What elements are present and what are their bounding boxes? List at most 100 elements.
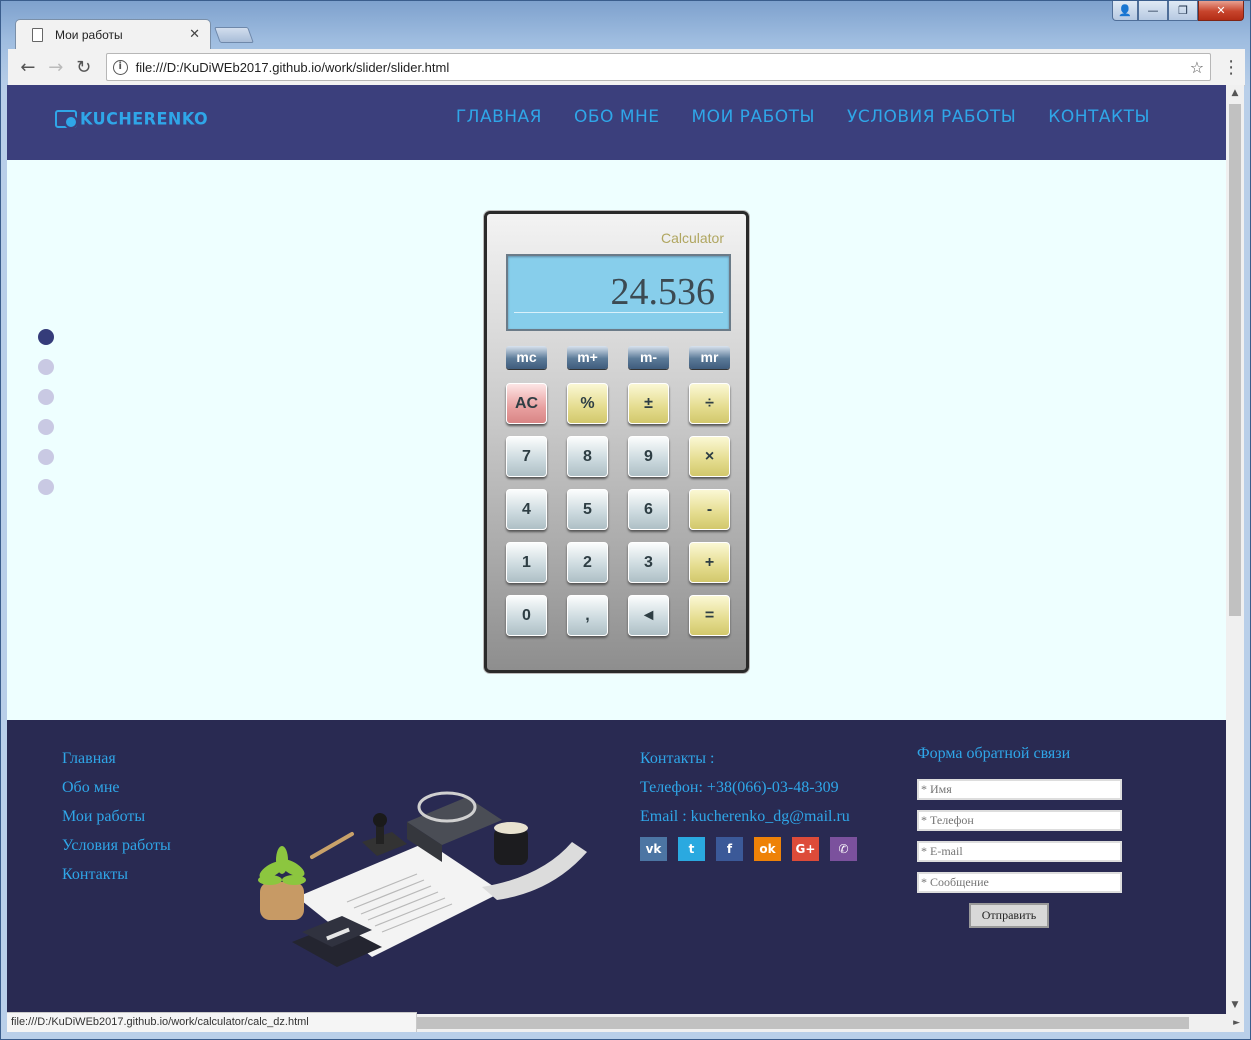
social-links: vk t f ok G+ ✆ <box>640 837 857 861</box>
memory-key[interactable]: m- <box>628 346 669 369</box>
operator-key[interactable]: - <box>689 489 730 530</box>
slider-dot[interactable] <box>38 329 54 345</box>
calculator-keypad: mc m+ m-mr AC% ± ÷ 7 8 9 × 4 5 6- 1 2 3 +0, ◄ = <box>506 346 730 648</box>
footer-link-works[interactable]: Мои работы <box>62 808 171 826</box>
slider-dot[interactable] <box>38 449 54 465</box>
calculator-brand: Calculator <box>660 230 724 246</box>
operator-key[interactable]: × <box>689 436 730 477</box>
reload-icon[interactable]: ↻ <box>70 53 98 81</box>
scroll-up-icon[interactable]: ▲ <box>1226 85 1244 102</box>
vk-icon[interactable]: vk <box>640 837 667 861</box>
slider-dot[interactable] <box>38 479 54 495</box>
digit-key[interactable]: 6 <box>628 489 669 530</box>
operator-key[interactable]: ÷ <box>689 383 730 424</box>
vertical-scroll-thumb[interactable] <box>1229 104 1241 616</box>
horizontal-scroll-thumb[interactable] <box>417 1017 1189 1029</box>
vertical-scrollbar[interactable]: ▲ ▼ <box>1226 85 1244 1014</box>
footer-nav: Главная Обо мне Мои работы Условия работ… <box>62 750 171 884</box>
backspace-key[interactable]: ◄ <box>628 595 669 636</box>
twitter-icon[interactable]: t <box>678 837 705 861</box>
contacts-block: Контакты : Телефон: +38(066)-03-48-309 E… <box>640 750 857 861</box>
nav-link-contacts[interactable]: КОНТАКТЫ <box>1048 107 1150 127</box>
digit-key[interactable]: , <box>567 595 608 636</box>
key-row: 7 8 9 × <box>506 436 730 477</box>
logo-camera-icon <box>55 109 78 129</box>
memory-key[interactable]: mc <box>506 346 547 369</box>
browser-menu-icon[interactable]: ⋮ <box>1217 57 1245 78</box>
feedback-title: Форма обратной связи <box>917 745 1071 762</box>
nav-link-terms[interactable]: УСЛОВИЯ РАБОТЫ <box>847 107 1016 127</box>
footer-link-contacts[interactable]: Контакты <box>62 866 171 884</box>
phone-field[interactable] <box>917 810 1122 831</box>
email-field[interactable] <box>917 841 1122 862</box>
submit-button[interactable]: Отправить <box>969 903 1049 928</box>
desk-illustration <box>258 791 587 967</box>
name-field[interactable] <box>917 779 1122 800</box>
tab-title: Мои работы <box>55 27 123 42</box>
page-viewport: KUCHERENKO ГЛАВНАЯ ОБО МНЕ МОИ РАБОТЫ УС… <box>7 85 1226 1014</box>
footer-link-terms[interactable]: Условия работы <box>62 837 171 855</box>
close-window-icon[interactable]: ✕ <box>1198 1 1244 21</box>
contact-phone[interactable]: Телефон: +38(066)-03-48-309 <box>640 779 857 797</box>
maximize-icon[interactable]: ❐ <box>1168 1 1198 21</box>
clear-key[interactable]: AC <box>506 383 547 424</box>
status-bar: file:///D:/KuDiWEb2017.github.io/work/ca… <box>7 1012 417 1032</box>
facebook-icon[interactable]: f <box>716 837 743 861</box>
page-icon <box>32 27 43 42</box>
operator-key[interactable]: + <box>689 542 730 583</box>
key-row: 0, ◄ = <box>506 595 730 636</box>
google-plus-icon[interactable]: G+ <box>792 837 819 861</box>
calculator-display: 24.536 <box>506 254 731 331</box>
memory-key[interactable]: mr <box>689 346 730 369</box>
window-controls: 👤 — ❐ ✕ <box>1112 1 1244 21</box>
info-icon[interactable]: i <box>112 59 128 75</box>
digit-key[interactable]: 2 <box>567 542 608 583</box>
site-header: KUCHERENKO ГЛАВНАЯ ОБО МНЕ МОИ РАБОТЫ УС… <box>7 85 1226 160</box>
digit-key[interactable]: 1 <box>506 542 547 583</box>
digit-key[interactable]: 8 <box>567 436 608 477</box>
user-icon[interactable]: 👤 <box>1112 1 1138 21</box>
odnoklassniki-icon[interactable]: ok <box>754 837 781 861</box>
viber-icon[interactable]: ✆ <box>830 837 857 861</box>
digit-key[interactable]: 3 <box>628 542 669 583</box>
browser-tab[interactable]: Мои работы ✕ <box>15 19 211 49</box>
digit-key[interactable]: 5 <box>567 489 608 530</box>
key-row: 456- <box>506 489 730 530</box>
key-row: AC% ± ÷ <box>506 383 730 424</box>
digit-key[interactable]: 4 <box>506 489 547 530</box>
logo[interactable]: KUCHERENKO <box>55 109 208 129</box>
digit-key[interactable]: 0 <box>506 595 547 636</box>
display-value: 24.536 <box>610 271 716 313</box>
scroll-down-icon[interactable]: ▼ <box>1226 997 1244 1014</box>
memory-key[interactable]: m+ <box>567 346 608 369</box>
digit-key[interactable]: 9 <box>628 436 669 477</box>
feedback-form: Форма обратной связи Отправить <box>917 745 1122 928</box>
tab-close-icon[interactable]: ✕ <box>189 27 200 42</box>
slider-dot[interactable] <box>38 359 54 375</box>
footer-link-about[interactable]: Обо мне <box>62 779 171 797</box>
digit-key[interactable]: 7 <box>506 436 547 477</box>
slider-dots <box>38 329 54 495</box>
scroll-right-icon[interactable]: ► <box>1233 1014 1240 1032</box>
back-icon[interactable]: ← <box>14 53 42 81</box>
site-footer: Главная Обо мне Мои работы Условия работ… <box>7 720 1226 1014</box>
nav-link-works[interactable]: МОИ РАБОТЫ <box>692 107 815 127</box>
slider-dot[interactable] <box>38 389 54 405</box>
nav-link-about[interactable]: ОБО МНЕ <box>574 107 660 127</box>
contact-email[interactable]: Email : kucherenko_dg@mail.ru <box>640 808 857 826</box>
browser-toolbar: ← → ↻ i file:///D:/KuDiWEb2017.github.io… <box>8 49 1245 86</box>
operator-key[interactable]: % <box>567 383 608 424</box>
footer-link-home[interactable]: Главная <box>62 750 171 768</box>
nav-link-home[interactable]: ГЛАВНАЯ <box>456 107 542 127</box>
bookmark-star-icon[interactable]: ☆ <box>1190 58 1204 77</box>
operator-key[interactable]: = <box>689 595 730 636</box>
address-bar[interactable]: i file:///D:/KuDiWEb2017.github.io/work/… <box>105 53 1212 81</box>
key-row: 1 2 3 + <box>506 542 730 583</box>
minimize-icon[interactable]: — <box>1138 1 1168 21</box>
new-tab-button[interactable] <box>214 27 254 43</box>
forward-icon[interactable]: → <box>42 53 70 81</box>
slider-dot[interactable] <box>38 419 54 435</box>
url-text[interactable]: file:///D:/KuDiWEb2017.github.io/work/sl… <box>136 60 1190 75</box>
operator-key[interactable]: ± <box>628 383 669 424</box>
message-field[interactable] <box>917 872 1122 893</box>
